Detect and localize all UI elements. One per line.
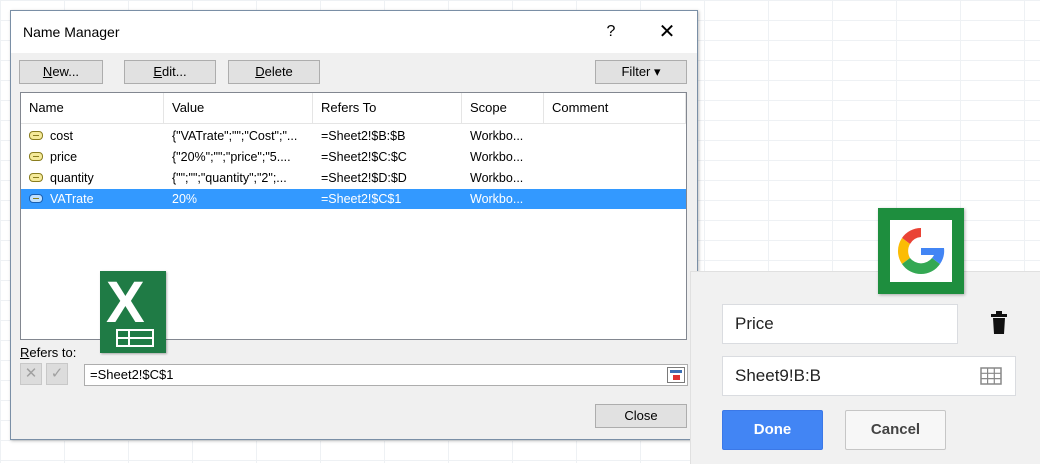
row-comment (552, 147, 682, 167)
edit-button-mnemonic: E (153, 64, 163, 79)
google-g-icon (890, 220, 952, 282)
name-tag-icon (29, 173, 43, 182)
name-tag-icon (29, 152, 43, 161)
refers-to-input[interactable]: =Sheet2!$C$1 (84, 364, 688, 386)
row-value: {"VATrate";"";"Cost";"... (172, 129, 298, 143)
row-name: quantity (50, 171, 94, 185)
excel-logo: X (100, 271, 166, 353)
row-scope: Workbo... (470, 129, 524, 143)
help-button[interactable]: ? (599, 20, 623, 44)
row-name: VATrate (50, 192, 94, 206)
done-button[interactable]: Done (722, 410, 823, 450)
cancel-edit-icon[interactable]: ✕ (20, 363, 42, 385)
cancel-button[interactable]: Cancel (845, 410, 946, 450)
edit-button[interactable]: Edit... (124, 60, 216, 84)
confirm-edit-icon[interactable]: ✓ (46, 363, 68, 385)
row-name: cost (50, 129, 73, 143)
column-header-comment[interactable]: Comment (544, 93, 686, 123)
list-header: Name Value Refers To Scope Comment (21, 93, 686, 124)
excel-grid-icon (116, 329, 154, 347)
google-sheets-logo (878, 208, 964, 294)
new-button-mnemonic: N (42, 64, 53, 79)
dialog-title: Name Manager (23, 24, 120, 40)
range-name-input[interactable]: Price (722, 304, 958, 344)
name-manager-dialog: Name Manager ? ✕ New... Edit... Delete F… (10, 10, 698, 440)
excel-logo-letter: X (106, 270, 145, 335)
row-refers-to: =Sheet2!$D:$D (321, 171, 407, 185)
row-scope: Workbo... (470, 171, 524, 185)
range-reference-input[interactable]: Sheet9!B:B (722, 356, 1016, 396)
delete-button-mnemonic: D (255, 64, 265, 79)
new-button[interactable]: New... (19, 60, 103, 84)
refers-to-value: =Sheet2!$C$1 (90, 367, 174, 382)
row-name: price (50, 150, 78, 164)
row-comment (552, 126, 682, 146)
row-value: {"";"";"quantity";"2";... (172, 171, 287, 185)
delete-button[interactable]: Delete (228, 60, 320, 84)
grid-select-icon[interactable] (980, 367, 1002, 385)
row-refers-to: =Sheet2!$C:$C (321, 150, 407, 164)
name-tag-icon (29, 194, 43, 203)
close-icon[interactable]: ✕ (655, 20, 679, 44)
row-comment (552, 168, 682, 188)
column-header-scope[interactable]: Scope (462, 93, 544, 123)
table-row[interactable]: price {"20%";"";"price";"5.... =Sheet2!$… (21, 147, 686, 167)
collapse-dialog-icon[interactable] (667, 367, 685, 383)
refers-to-label-text: efers to: (29, 345, 77, 360)
row-refers-to: =Sheet2!$B:$B (321, 129, 406, 143)
row-comment (552, 189, 682, 209)
filter-button[interactable]: Filter ▾ (595, 60, 687, 84)
row-scope: Workbo... (470, 150, 524, 164)
name-tag-icon (29, 131, 43, 140)
row-value: 20% (172, 192, 198, 206)
table-row[interactable]: quantity {"";"";"quantity";"2";... =Shee… (21, 168, 686, 188)
table-row-selected[interactable]: VATrate 20% =Sheet2!$C$1 Workbo... (21, 189, 686, 209)
trash-icon[interactable] (989, 311, 1009, 335)
column-header-refers-to[interactable]: Refers To (313, 93, 462, 123)
table-row[interactable]: cost {"VATrate";"";"Cost";"... =Sheet2!$… (21, 126, 686, 146)
row-scope: Workbo... (470, 192, 524, 206)
refers-to-mnemonic: R (20, 345, 30, 360)
column-header-value[interactable]: Value (164, 93, 313, 123)
dialog-titlebar: Name Manager ? ✕ (11, 11, 697, 53)
new-button-label: ew... (52, 64, 80, 79)
column-header-name[interactable]: Name (21, 93, 164, 123)
row-value: {"20%";"";"price";"5.... (172, 150, 291, 164)
edit-button-label: dit... (162, 64, 187, 79)
refers-to-label: Refers to: (20, 345, 76, 360)
row-refers-to: =Sheet2!$C$1 (321, 192, 402, 206)
close-button[interactable]: Close (595, 404, 687, 428)
delete-button-label: elete (264, 64, 293, 79)
